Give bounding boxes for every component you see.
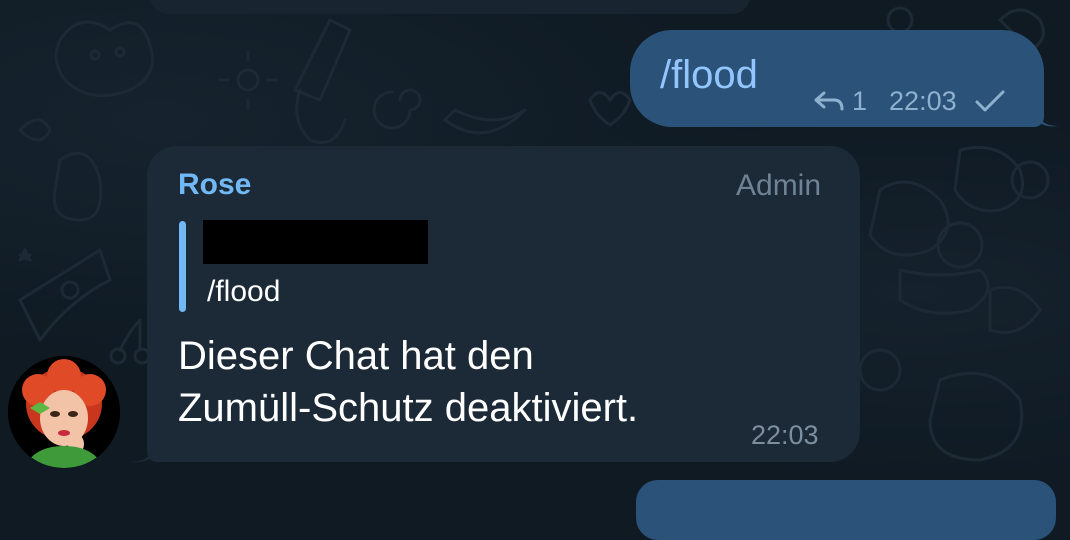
previous-message-bubble (150, 0, 750, 14)
message-body: Dieser Chat hat den Zumüll-Schutz deakti… (178, 330, 758, 434)
reply-arrow-icon[interactable] (812, 87, 846, 115)
admin-badge: Admin (736, 169, 822, 202)
rose-avatar-illustration (8, 356, 120, 468)
single-check-icon (975, 90, 1005, 112)
quoted-message-text[interactable]: /flood (207, 273, 280, 311)
outgoing-bubble-tail (1036, 104, 1058, 127)
outgoing-message-meta: 1 22:03 (812, 84, 1007, 118)
message-body-line-1: Dieser Chat hat den (178, 334, 534, 378)
quote-redacted-author (203, 220, 428, 264)
message-body-line-2: Zumüll-Schutz deaktiviert. (178, 386, 639, 430)
sender-name[interactable]: Rose (178, 167, 251, 203)
reply-count[interactable]: 1 (852, 86, 867, 117)
next-message-bubble (636, 480, 1056, 540)
message-time: 22:03 (889, 85, 957, 116)
incoming-bubble-tail (130, 440, 154, 463)
quote-bar (179, 221, 186, 312)
avatar[interactable] (8, 356, 120, 468)
command-link[interactable]: /flood (660, 50, 758, 100)
incoming-message-time: 22:03 (751, 420, 819, 450)
